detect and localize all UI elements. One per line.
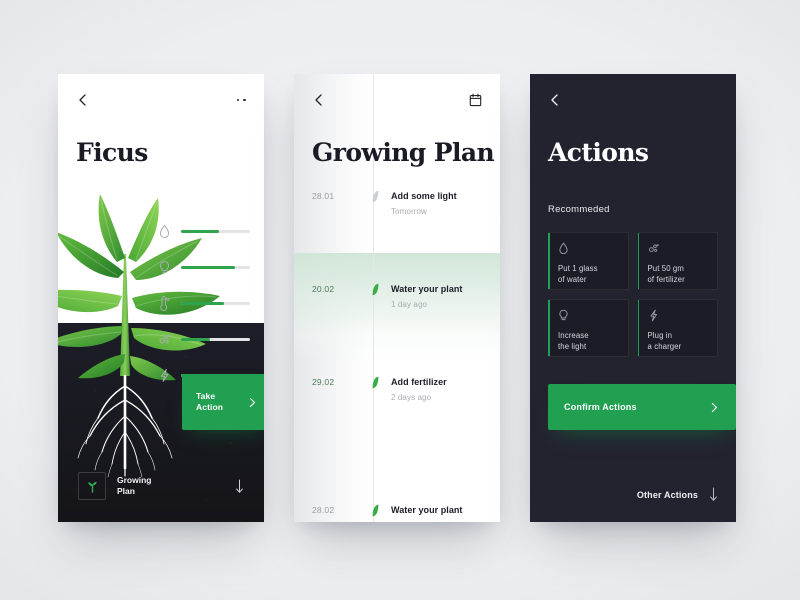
lightning-icon bbox=[161, 369, 169, 382]
take-action-label-line2: Action bbox=[196, 402, 224, 412]
growing-plan-screen: Growing Plan 28.01 Add some light Tomorr… bbox=[294, 74, 500, 522]
calendar-icon[interactable] bbox=[469, 93, 482, 107]
metric-row bbox=[158, 332, 250, 347]
growing-plan-label-line1: Growing bbox=[117, 474, 152, 485]
action-card-line2: the light bbox=[558, 342, 587, 352]
list-item[interactable]: 20.02 Water your plant 1 day ago bbox=[294, 283, 500, 309]
action-card-line2: of water bbox=[558, 275, 587, 285]
leaf-icon bbox=[364, 190, 386, 203]
water-drop-icon bbox=[159, 224, 170, 238]
more-dots-icon[interactable] bbox=[236, 98, 246, 102]
confirm-actions-label: Confirm Actions bbox=[564, 402, 637, 412]
plan-item-title: Water your plant bbox=[391, 284, 463, 294]
list-item[interactable]: 29.02 Add fertilizer 2 days ago bbox=[294, 376, 500, 402]
metric-track[interactable] bbox=[181, 230, 250, 233]
plant-topbar bbox=[58, 74, 264, 126]
plan-item-date: 29.02 bbox=[312, 377, 335, 387]
page-title: Actions bbox=[548, 138, 649, 167]
plan-item-title: Water your plant bbox=[391, 505, 463, 515]
metric-track[interactable] bbox=[181, 338, 250, 341]
recommended-section-label: Recommeded bbox=[548, 204, 610, 215]
recommended-actions-grid: Put 1 glass of water Put 50 gm of fertil… bbox=[548, 232, 718, 357]
chevron-right-icon bbox=[711, 402, 718, 412]
growing-plan-label-line2: Plan bbox=[117, 486, 135, 496]
take-action-button[interactable]: Take Action bbox=[182, 374, 264, 430]
leaf-icon bbox=[364, 283, 386, 296]
other-actions-label: Other Actions bbox=[636, 489, 698, 500]
page-title: Growing Plan bbox=[312, 138, 495, 167]
chevron-left-icon[interactable] bbox=[76, 93, 90, 107]
plan-item-subtitle: Tomorrow bbox=[391, 207, 427, 217]
lightning-icon bbox=[650, 309, 657, 322]
water-drop-icon bbox=[559, 242, 568, 255]
metric-track[interactable] bbox=[181, 266, 250, 269]
plant-sprout-icon bbox=[78, 472, 106, 500]
plan-item-date: 28.01 bbox=[312, 191, 335, 201]
action-card-line1: Plug in bbox=[647, 331, 673, 340]
leaf-icon bbox=[364, 376, 386, 389]
plan-item-subtitle: 3 days ago bbox=[391, 521, 500, 522]
action-card-line1: Put 50 gm bbox=[647, 264, 684, 273]
action-card-line1: Put 1 glass bbox=[558, 264, 598, 273]
take-action-label-line1: Take bbox=[196, 391, 216, 402]
page-title: Ficus bbox=[76, 138, 148, 167]
leaf-icon bbox=[364, 504, 386, 517]
metric-row bbox=[158, 224, 250, 239]
growing-plan-link[interactable]: Growing Plan bbox=[78, 472, 244, 500]
plan-item-date: 20.02 bbox=[312, 284, 335, 294]
other-actions-link[interactable]: Other Actions bbox=[637, 487, 718, 502]
lightbulb-icon bbox=[159, 261, 170, 273]
action-card-line2: a charger bbox=[647, 342, 682, 352]
fertilizer-icon bbox=[648, 244, 659, 252]
thermometer-icon bbox=[160, 296, 170, 311]
plan-item-date: 28.02 bbox=[312, 505, 335, 515]
confirm-actions-button[interactable]: Confirm Actions bbox=[548, 384, 736, 430]
arrow-down-icon bbox=[236, 479, 243, 493]
plant-metrics-list bbox=[158, 224, 250, 383]
action-card-line1: Increase bbox=[558, 331, 589, 340]
list-item[interactable]: 28.01 Add some light Tomorrow bbox=[294, 190, 500, 216]
plant-detail-screen: Ficus Take Action Growing Plan bbox=[58, 74, 264, 522]
action-card-fertilizer[interactable]: Put 50 gm of fertilizer bbox=[637, 232, 718, 290]
chevron-left-icon[interactable] bbox=[312, 93, 326, 107]
action-card-water[interactable]: Put 1 glass of water bbox=[548, 232, 629, 290]
arrow-down-icon bbox=[710, 487, 717, 501]
plan-item-title: Add fertilizer bbox=[391, 377, 447, 387]
action-card-light[interactable]: Increase the light bbox=[548, 299, 629, 357]
plan-item-subtitle: 1 day ago bbox=[391, 300, 428, 310]
plan-item-subtitle: 2 days ago bbox=[391, 393, 432, 403]
actions-screen: Actions Recommeded Put 1 glass of water … bbox=[530, 74, 736, 522]
plan-item-title: Add some light bbox=[391, 191, 457, 201]
chevron-left-icon[interactable] bbox=[548, 93, 562, 107]
plan-topbar bbox=[294, 74, 500, 126]
action-card-line2: of fertilizer bbox=[647, 275, 685, 285]
metric-row bbox=[158, 296, 250, 311]
chevron-right-icon bbox=[249, 397, 256, 407]
list-item[interactable]: 28.02 Water your plant 3 days ago bbox=[294, 504, 500, 522]
lightbulb-icon bbox=[559, 309, 568, 321]
action-card-charger[interactable]: Plug in a charger bbox=[637, 299, 718, 357]
fertilizer-icon bbox=[159, 334, 171, 344]
actions-topbar bbox=[530, 74, 736, 126]
metric-track[interactable] bbox=[181, 302, 250, 305]
metric-row bbox=[158, 260, 250, 275]
